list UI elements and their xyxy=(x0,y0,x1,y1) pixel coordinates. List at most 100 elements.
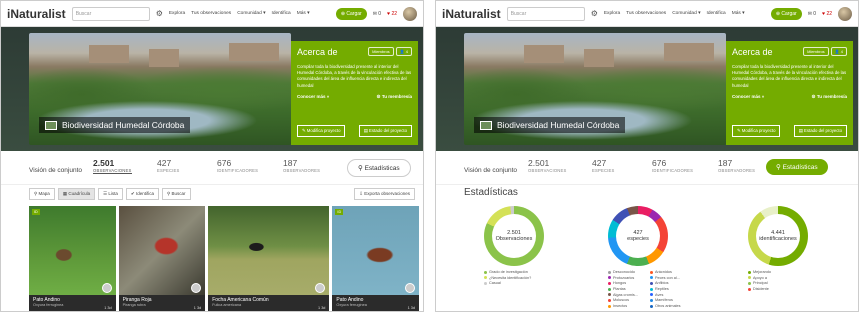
nav-identifica[interactable]: Identifica xyxy=(707,11,726,16)
legend-dot xyxy=(484,276,487,280)
view-toolbar: ⚲ Mapa ▦ Cuadrícula ☰ Lista ✔ Identifica… xyxy=(29,187,415,201)
observation-card[interactable]: Piranga Roja Piranga rubra 1 3d xyxy=(118,206,206,311)
stat-identifiers[interactable]: 676 IDENTIFICADORES xyxy=(652,158,693,173)
stat-observers[interactable]: 187 OBSERVADORES xyxy=(283,158,320,173)
members-count: 4 xyxy=(840,49,843,54)
view-grid-button[interactable]: ▦ Cuadrícula xyxy=(57,188,96,200)
species-donut[interactable]: 427 especies xyxy=(608,206,668,266)
learn-more-link[interactable]: Conocer más » xyxy=(297,94,329,100)
legend-dot xyxy=(748,287,751,291)
members-button[interactable]: Miembros xyxy=(803,47,829,56)
legend-label: Protozoarios xyxy=(613,275,635,280)
statistics-button-label: Estadísticas xyxy=(364,165,400,172)
main-nav: Explora Tus observaciones Comunidad ▾ Id… xyxy=(169,11,310,16)
donut-label: Observaciones xyxy=(495,236,533,242)
modify-project-button[interactable]: ✎ Modifica proyecto xyxy=(732,125,781,137)
observation-card[interactable]: Focha Americana Común Fulica americana 1… xyxy=(208,206,330,311)
identify-button[interactable]: ✔ Identifica xyxy=(125,188,159,200)
nav-explora[interactable]: Explora xyxy=(169,11,185,16)
nav-tus-observaciones[interactable]: Tus observaciones xyxy=(191,11,231,16)
nav-comunidad[interactable]: Comunidad ▾ xyxy=(672,11,700,16)
stat-identifiers[interactable]: 676 IDENTIFICADORES xyxy=(217,158,258,173)
project-description: Compilar toda la biodiversidad presente … xyxy=(732,64,847,88)
observation-photo[interactable] xyxy=(118,206,206,295)
membership-link[interactable]: ⚙ Tu membresía xyxy=(812,94,847,100)
view-map-button[interactable]: ⚲ Mapa xyxy=(29,188,55,200)
upload-label: Cargar xyxy=(346,10,362,17)
nav-identifica[interactable]: Identifica xyxy=(272,11,291,16)
observations-donut[interactable]: 2.501 Observaciones xyxy=(484,206,544,266)
about-buttons: ✎ Modifica proyecto ▤ Estado del proyect… xyxy=(732,125,847,137)
inaturalist-logo[interactable]: iNaturalist xyxy=(442,7,501,21)
nav-explora[interactable]: Explora xyxy=(604,11,620,16)
observations-legend: Grado de investigación ¿Necesita identifi… xyxy=(484,270,564,287)
settings-icon[interactable]: ⚙ xyxy=(591,9,598,18)
upload-button[interactable]: ⊕ Cargar xyxy=(770,7,802,20)
observer-avatar[interactable] xyxy=(405,283,416,293)
project-title: Biodiversidad Humedal Córdoba xyxy=(497,119,620,130)
export-observations-button[interactable]: ⇩ Exporta observaciones xyxy=(354,188,415,200)
observation-card[interactable]: ID Pato Andino Oxyura ferruginea 1 3d xyxy=(332,206,420,311)
messages-counter[interactable]: ✉ 0 xyxy=(808,11,816,17)
user-avatar[interactable] xyxy=(838,6,852,21)
membership-link[interactable]: ⚙ Tu membresía xyxy=(377,94,412,100)
members-count-badge[interactable]: 👤 4 xyxy=(395,47,412,56)
stat-observers[interactable]: 187 OBSERVADORES xyxy=(718,158,755,173)
members-count: 4 xyxy=(405,49,408,54)
members-count-badge[interactable]: 👤 4 xyxy=(830,47,847,56)
messages-counter[interactable]: ✉ 0 xyxy=(373,11,381,17)
stat-species[interactable]: 427 ESPECIES xyxy=(592,158,615,173)
legend-label: Casual xyxy=(489,281,501,286)
legend-dot xyxy=(608,270,611,274)
view-list-button[interactable]: ☰ Lista xyxy=(98,188,123,200)
view-map-label: Mapa xyxy=(38,191,50,196)
observer-avatar[interactable] xyxy=(101,283,112,293)
donut-label: identificaciones xyxy=(759,236,797,242)
search-input[interactable]: Buscar xyxy=(506,6,585,21)
building-shape xyxy=(584,49,614,67)
observation-photo[interactable] xyxy=(332,206,420,295)
notifications-counter[interactable]: ♥ 22 xyxy=(387,11,397,17)
legend-dot xyxy=(608,298,611,302)
search-button[interactable]: ⚲ Buscar xyxy=(161,188,191,200)
search-input[interactable]: Buscar xyxy=(71,6,150,21)
top-navbar: iNaturalist Buscar ⚙ Explora Tus observa… xyxy=(1,1,423,27)
stats-row: Visión de conjunto 2.501 OBSERVACIONES 4… xyxy=(1,151,423,185)
stat-observations-value: 2.501 xyxy=(93,158,115,168)
legend-dot xyxy=(484,281,487,285)
statistics-button[interactable]: ⚲ Estadísticas xyxy=(766,159,828,175)
stat-observers-label: OBSERVADORES xyxy=(283,168,321,173)
observation-photo[interactable] xyxy=(208,206,330,295)
inaturalist-logo[interactable]: iNaturalist xyxy=(7,7,66,21)
learn-more-link[interactable]: Conocer más » xyxy=(732,94,764,100)
legend-dot xyxy=(650,293,653,297)
project-status-button[interactable]: ▤ Estado del proyecto xyxy=(793,125,847,137)
upload-button[interactable]: ⊕ Cargar xyxy=(335,7,367,20)
nav-tus-observaciones[interactable]: Tus observaciones xyxy=(626,11,666,16)
stat-species[interactable]: 427 ESPECIES xyxy=(157,158,180,173)
members-button[interactable]: Miembros xyxy=(368,47,394,56)
stat-observations[interactable]: 2.501 OBSERVACIONES xyxy=(93,158,132,174)
project-hero: Biodiversidad Humedal Córdoba Acerca de … xyxy=(436,27,858,151)
statistics-button[interactable]: ⚲ Estadísticas xyxy=(347,159,411,177)
project-title-banner: Biodiversidad Humedal Córdoba xyxy=(39,116,191,133)
identifications-legend: Mejorando Apoyo a Principal Disidente xyxy=(748,270,828,293)
modify-project-button[interactable]: ✎ Modifica proyecto xyxy=(297,125,346,137)
about-badges: Miembros 👤 4 xyxy=(803,47,847,56)
identifications-donut[interactable]: 4.441 identificaciones xyxy=(748,206,808,266)
nav-mas[interactable]: Más ▾ xyxy=(297,11,310,16)
legend-dot xyxy=(608,287,611,291)
notifications-counter[interactable]: ♥ 22 xyxy=(822,11,832,17)
observation-grid: ID Pato Andino Oxyura ferruginea 1 3d Pi… xyxy=(29,206,420,311)
nav-comunidad[interactable]: Comunidad ▾ xyxy=(237,11,265,16)
identifications-donut-block: 4.441 identificaciones Mejorando Apoyo aP… xyxy=(748,206,828,293)
nav-mas[interactable]: Más ▾ xyxy=(732,11,745,16)
observation-card[interactable]: ID Pato Andino Oxyura ferruginea 1 3d xyxy=(29,206,116,311)
statistics-button-label: Estadísticas xyxy=(782,164,818,171)
observation-photo[interactable] xyxy=(29,206,116,295)
project-status-button[interactable]: ▤ Estado del proyecto xyxy=(358,125,412,137)
observation-time: 1 3d xyxy=(104,306,112,310)
user-avatar[interactable] xyxy=(403,6,417,21)
stat-observations[interactable]: 2.501 OBSERVACIONES xyxy=(528,158,567,173)
settings-icon[interactable]: ⚙ xyxy=(156,9,163,18)
